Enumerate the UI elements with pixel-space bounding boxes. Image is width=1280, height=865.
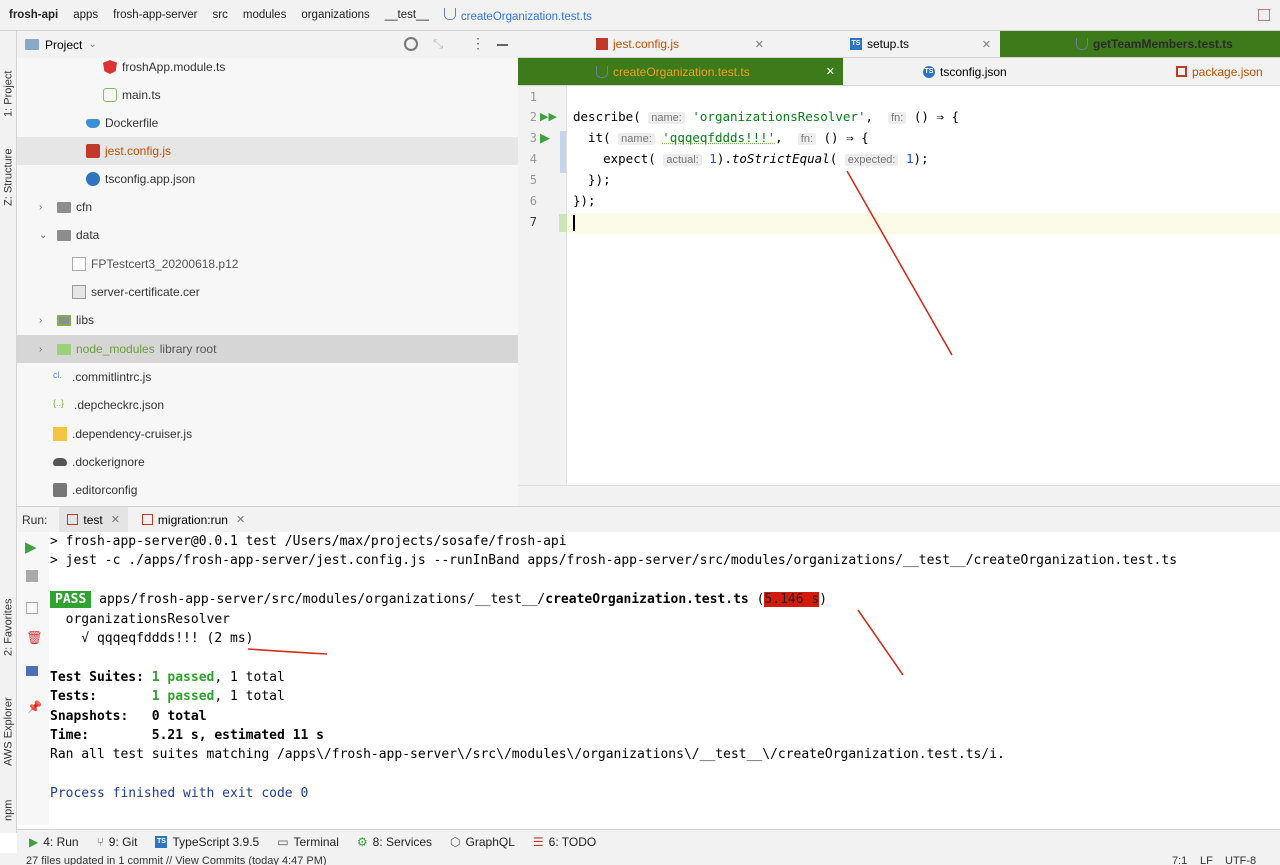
- status-message[interactable]: 27 files updated in 1 commit // View Com…: [26, 853, 327, 865]
- tool-label: Terminal: [293, 834, 339, 849]
- tool-graphql[interactable]: ⬡ GraphQL: [450, 835, 515, 849]
- line-separator[interactable]: LF: [1200, 853, 1213, 865]
- todo-icon: ☰: [532, 834, 544, 849]
- annotation-arrow: [846, 170, 953, 356]
- bottom-tool-bar: ▶ 4: Run ⑂ 9: Git TS TypeScript 3.9.5 ▭ Term…: [17, 829, 1280, 853]
- file-encoding[interactable]: UTF-8: [1225, 853, 1256, 865]
- git-icon: ⑂: [96, 834, 104, 849]
- status-bar: 27 files updated in 1 commit // View Com…: [0, 853, 1280, 865]
- tool-todo[interactable]: ☰ 6: TODO: [533, 835, 596, 849]
- tool-label: GraphQL: [465, 834, 515, 849]
- ts-icon: TS: [155, 835, 168, 848]
- annotation-arrow: [857, 609, 904, 676]
- services-icon: ⚙: [356, 834, 368, 849]
- tool-label: TypeScript 3.9.5: [172, 834, 260, 849]
- annotation-overlay: [247, 170, 953, 676]
- tool-label: 8: Services: [372, 834, 433, 849]
- play-icon: ▶: [29, 834, 39, 849]
- annotation-underline: [247, 648, 328, 655]
- tool-git[interactable]: ⑂ 9: Git: [97, 835, 138, 849]
- tool-label: 6: TODO: [548, 834, 597, 849]
- tool-typescript[interactable]: TS TypeScript 3.9.5: [155, 835, 259, 849]
- graphql-icon: ⬡: [450, 834, 461, 849]
- tool-services[interactable]: ⚙ 8: Services: [357, 835, 432, 849]
- tool-terminal[interactable]: ▭ Terminal: [277, 835, 339, 849]
- tool-label: 4: Run: [43, 834, 79, 849]
- terminal-icon: ▭: [277, 834, 289, 849]
- tool-run[interactable]: ▶ 4: Run: [29, 835, 79, 849]
- tool-label: 9: Git: [108, 834, 138, 849]
- caret-position[interactable]: 7:1: [1172, 853, 1187, 865]
